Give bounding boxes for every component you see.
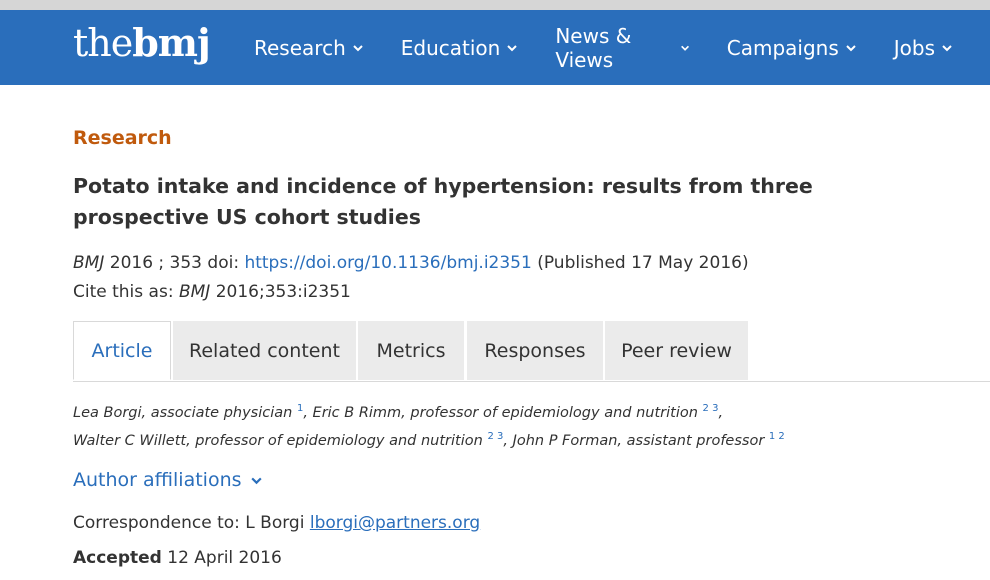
- nav-item-campaigns[interactable]: Campaigns: [727, 36, 857, 60]
- email-link[interactable]: lborgi@partners.org: [310, 513, 480, 533]
- affiliation-ref[interactable]: 2 3: [703, 403, 719, 414]
- tab-label: Responses: [484, 339, 586, 362]
- main-nav: Research Education News & Views Campaign…: [254, 10, 990, 85]
- correspondence: Correspondence to: L Borgi lborgi@partne…: [73, 513, 480, 533]
- chevron-down-icon: [507, 44, 518, 51]
- cite-as-line: Cite this as: BMJ 2016;353:i2351: [73, 282, 351, 302]
- accepted-value: 12 April 2016: [161, 548, 282, 568]
- citation-line: BMJ 2016 ; 353 doi: https://doi.org/10.1…: [73, 253, 749, 273]
- section-label[interactable]: Research: [73, 127, 172, 149]
- affiliations-label: Author affiliations: [73, 469, 242, 491]
- correspondence-prefix: Correspondence to: L Borgi: [73, 513, 310, 533]
- author-separator: ,: [503, 432, 513, 449]
- doi-link[interactable]: https://doi.org/10.1136/bmj.i2351: [244, 253, 531, 273]
- chevron-down-icon: [250, 477, 262, 484]
- cite-ref: 2016;353:i2351: [210, 282, 351, 302]
- tab-metrics[interactable]: Metrics: [358, 321, 464, 380]
- chevron-down-icon: [942, 44, 952, 51]
- nav-item-label: Education: [400, 35, 501, 60]
- author-name[interactable]: Eric B Rimm, professor of epidemiology a…: [313, 405, 698, 421]
- author-line: Walter C Willett, professor of epidemiol…: [73, 431, 785, 449]
- cite-journal: BMJ: [178, 282, 211, 302]
- author-name[interactable]: Walter C Willett, professor of epidemiol…: [73, 433, 483, 449]
- nav-item-research[interactable]: Research: [254, 36, 364, 60]
- tab-label: Metrics: [376, 339, 446, 362]
- site-header: thebmj Research Education News & Views C…: [0, 10, 990, 85]
- browser-top-strip: [0, 0, 990, 10]
- logo-the: the: [73, 21, 133, 65]
- journal-name: BMJ: [73, 253, 105, 273]
- tab-label: Peer review: [621, 339, 732, 362]
- chevron-down-icon: [846, 44, 856, 51]
- nav-item-label: Research: [254, 35, 346, 60]
- tab-label: Article: [91, 339, 153, 362]
- nav-item-education[interactable]: Education: [401, 36, 519, 60]
- affiliation-ref[interactable]: 1 2: [769, 431, 785, 442]
- nav-item-news-views[interactable]: News & Views: [555, 24, 689, 72]
- author-separator: ,: [303, 404, 313, 421]
- chevron-down-icon: [353, 44, 363, 51]
- tab-responses[interactable]: Responses: [467, 321, 603, 380]
- nav-item-label: Campaigns: [726, 35, 839, 60]
- cite-prefix: Cite this as:: [73, 282, 179, 302]
- tab-peer-review[interactable]: Peer review: [605, 321, 748, 380]
- author-line: Lea Borgi, associate physician 1, Eric B…: [73, 403, 723, 421]
- author-separator: ,: [718, 404, 724, 421]
- nav-item-label: News & Views: [555, 23, 632, 72]
- published-date: (Published 17 May 2016): [531, 253, 749, 273]
- author-name[interactable]: Lea Borgi, associate physician: [73, 405, 292, 421]
- year-volume: 2016 ; 353 doi:: [104, 253, 245, 273]
- logo-bmj: bmj: [132, 20, 211, 65]
- article-tabs: Article Related content Metrics Response…: [73, 321, 990, 382]
- article-title: Potato intake and incidence of hypertens…: [73, 174, 813, 229]
- affiliation-ref[interactable]: 2 3: [487, 431, 503, 442]
- accepted-label: Accepted: [73, 548, 162, 568]
- tab-article[interactable]: Article: [73, 321, 171, 380]
- tab-related-content[interactable]: Related content: [173, 321, 356, 380]
- author-affiliations-toggle[interactable]: Author affiliations: [73, 469, 263, 491]
- nav-item-jobs[interactable]: Jobs: [894, 36, 953, 60]
- tab-label: Related content: [189, 339, 340, 362]
- chevron-down-icon: [680, 45, 689, 51]
- accepted-date: Accepted 12 April 2016: [73, 548, 282, 568]
- author-name[interactable]: John P Forman, assistant professor: [513, 433, 765, 449]
- nav-item-label: Jobs: [893, 35, 935, 60]
- bmj-logo[interactable]: thebmj: [73, 21, 211, 65]
